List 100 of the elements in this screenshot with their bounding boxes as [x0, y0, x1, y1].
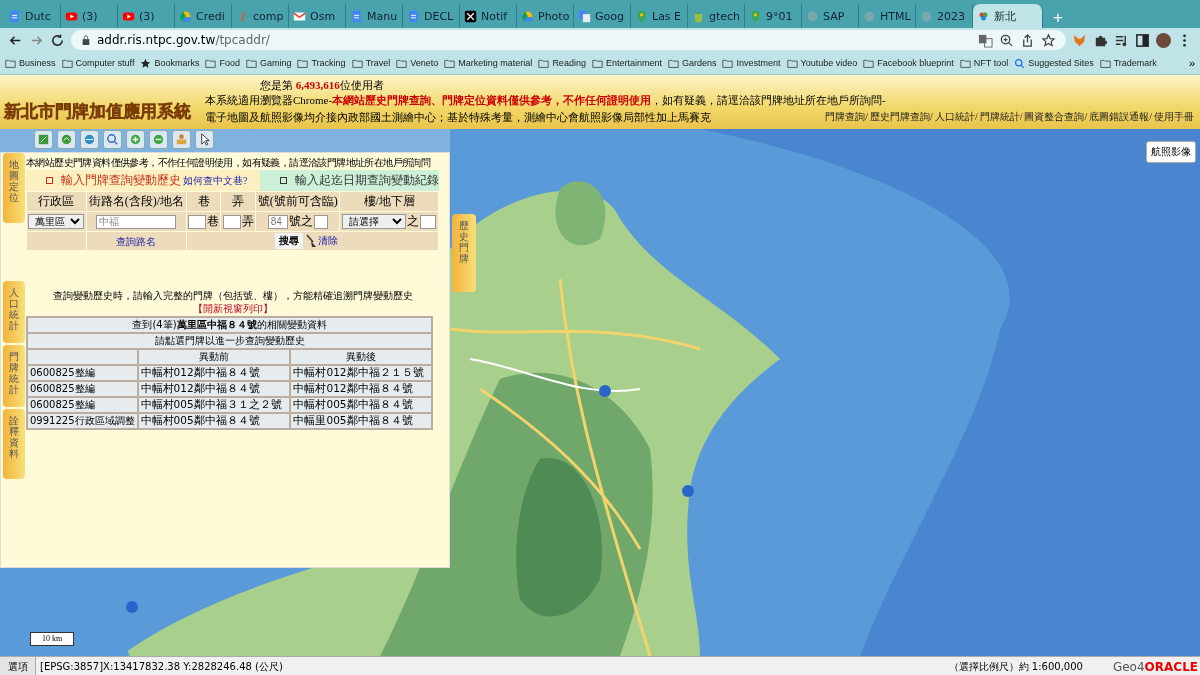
bookmark-link[interactable]: Bookmarks	[154, 58, 200, 68]
column-header: 異動後	[291, 350, 431, 364]
nav-link[interactable]: 人口統計/	[934, 110, 978, 125]
bookmark-link[interactable]: NFT tool	[973, 58, 1009, 68]
district-select[interactable]: 萬里區	[28, 214, 85, 229]
side-tab[interactable]: 門牌統計	[3, 345, 25, 407]
sub-floor-field[interactable]	[420, 214, 437, 229]
nav-link[interactable]: 門牌統計/	[979, 110, 1023, 125]
street-field[interactable]: 中福	[96, 215, 177, 229]
search-icon	[1014, 57, 1026, 69]
number-label: 號之	[288, 213, 313, 230]
bookmark-link[interactable]: Investment	[736, 58, 781, 68]
nav-link[interactable]: 歷史門牌查詢/	[870, 110, 933, 125]
folder-icon	[863, 57, 875, 69]
table-cell[interactable]: 中幅村012鄰中福２１５號	[291, 366, 431, 380]
reload-icon[interactable]	[50, 32, 65, 48]
table-cell: 0600825整編	[28, 398, 137, 412]
table-cell[interactable]: 中幅村005鄰中福８４號	[291, 398, 431, 412]
table-cell[interactable]: 中幅里005鄰中福８４號	[291, 414, 431, 428]
zoom-icon[interactable]	[103, 130, 122, 149]
pointer-icon[interactable]	[195, 130, 214, 149]
more-bookmarks-button[interactable]: »	[1188, 57, 1195, 69]
triangle-icon	[179, 9, 192, 23]
folder-icon	[667, 57, 679, 69]
share-icon[interactable]	[1020, 32, 1035, 48]
nav-link[interactable]: 使用手冊	[1154, 110, 1194, 125]
bookmark-link[interactable]: Tracking	[311, 58, 346, 68]
table-cell[interactable]: 中幅村012鄰中福８４號	[291, 382, 431, 396]
column-header: 街路名(含段)/地名	[86, 192, 186, 211]
star-icon[interactable]	[1041, 32, 1056, 48]
pan-icon[interactable]	[34, 130, 53, 149]
broom-icon[interactable]	[305, 234, 318, 249]
bookmark-link[interactable]: Gaming	[259, 58, 292, 68]
table-cell[interactable]: 中幅村005鄰中福３１之２號	[138, 398, 290, 412]
site-logo[interactable]: 新北市門牌加值應用系統	[4, 101, 191, 123]
lane-field[interactable]	[188, 214, 207, 229]
address-bar[interactable]: addr.ris.ntpc.gov.tw/tpcaddr/	[71, 30, 1066, 50]
column-header: 弄	[221, 192, 255, 211]
column-header: 號(號前可含臨)	[256, 192, 340, 211]
side-tab[interactable]: 詮釋資料	[3, 409, 25, 479]
scale-text: （選擇比例尺）約 1:600,000	[948, 660, 1084, 674]
table-cell[interactable]: 中幅村012鄰中福８４號	[138, 382, 290, 396]
alley-label: 弄	[241, 213, 254, 230]
side-tab[interactable]: 人口統計	[3, 281, 25, 343]
zoom-icon[interactable]	[999, 32, 1014, 48]
folder-icon	[297, 57, 309, 69]
print-link[interactable]: 【開新視窗列印】	[192, 303, 273, 314]
mode-tab[interactable]: 輸入門牌查詢變動歷史 如何查中文巷?	[26, 170, 260, 191]
clear-link[interactable]: 清除	[317, 235, 338, 246]
results-title: 查到(4筆)萬里區中福８４號的相關變動資料	[28, 318, 431, 332]
bookmark-link[interactable]: Food	[219, 58, 240, 68]
bookmark-link[interactable]: Suggested Sites	[1028, 58, 1094, 68]
bookmark-link[interactable]: Marketing material	[458, 58, 533, 68]
bag-icon	[692, 9, 705, 23]
search-button[interactable]: 搜尋	[274, 233, 303, 249]
zoom-in-icon[interactable]	[126, 130, 145, 149]
profile-avatar[interactable]	[1156, 32, 1171, 48]
imagery-note: 電子地圖及航照影像均介接內政部國土測繪中心；基於特殊考量，測繪中心會航照影像局部性加上馬賽克	[205, 110, 711, 125]
bookmark-link[interactable]: Facebook blueprint	[877, 58, 954, 68]
bookmark-link[interactable]: Reading	[552, 58, 586, 68]
folder-icon	[396, 57, 408, 69]
lane-label: 巷	[207, 213, 220, 230]
folder-icon	[959, 57, 971, 69]
nav-link[interactable]: 圖資整合查詢/	[1024, 110, 1088, 125]
sidebar-icon[interactable]	[1135, 32, 1150, 48]
folder-icon	[722, 57, 734, 69]
help-link[interactable]: 如何查中文巷?	[183, 173, 248, 188]
mode-tab[interactable]: 輸入起迄日期查詢變動紀錄	[260, 170, 439, 191]
lock-icon	[81, 35, 91, 45]
table-cell[interactable]: 中幅村012鄰中福８４號	[138, 366, 290, 380]
nav-link[interactable]: 底圖錯誤通報/	[1089, 110, 1152, 125]
column-header: 行政區	[27, 192, 86, 211]
nav-link[interactable]: 門牌查詢/	[825, 110, 869, 125]
bookmark-link[interactable]: Trademark	[1113, 58, 1157, 68]
bookmark-link[interactable]: Youtube video	[800, 58, 858, 68]
side-tab[interactable]: 歷史門牌	[452, 214, 476, 292]
translate-icon	[578, 9, 591, 23]
play-icon	[65, 9, 78, 23]
bookmark-link[interactable]: Business	[19, 58, 56, 68]
folder-icon	[538, 57, 550, 69]
alley-field[interactable]	[222, 214, 241, 229]
bookmark-link[interactable]: Travel	[365, 58, 391, 68]
folder-icon	[1099, 57, 1111, 69]
sub-number-field[interactable]	[313, 214, 328, 229]
folder-icon	[61, 57, 73, 69]
browser-tab[interactable]: 新北	[973, 4, 1043, 28]
options-button[interactable]: 選項	[0, 657, 36, 675]
bookmark-link[interactable]: Entertainment	[605, 58, 662, 68]
side-tab[interactable]: 地圖定位	[3, 153, 25, 223]
document-icon	[407, 9, 420, 23]
aerial-imagery-button[interactable]: 航照影像	[1146, 141, 1196, 163]
bookmark-link[interactable]: Gardens	[681, 58, 717, 68]
table-cell[interactable]: 中幅村005鄰中福８４號	[138, 414, 290, 428]
bookmark-link[interactable]: Veneto	[410, 58, 439, 68]
number-field[interactable]: 84	[267, 214, 288, 229]
translate-icon[interactable]	[978, 32, 993, 48]
floor-select[interactable]: 請選擇	[342, 214, 407, 229]
star-icon	[140, 57, 152, 69]
bookmark-link[interactable]: Computer stuff	[75, 58, 135, 68]
folder-icon	[786, 57, 798, 69]
